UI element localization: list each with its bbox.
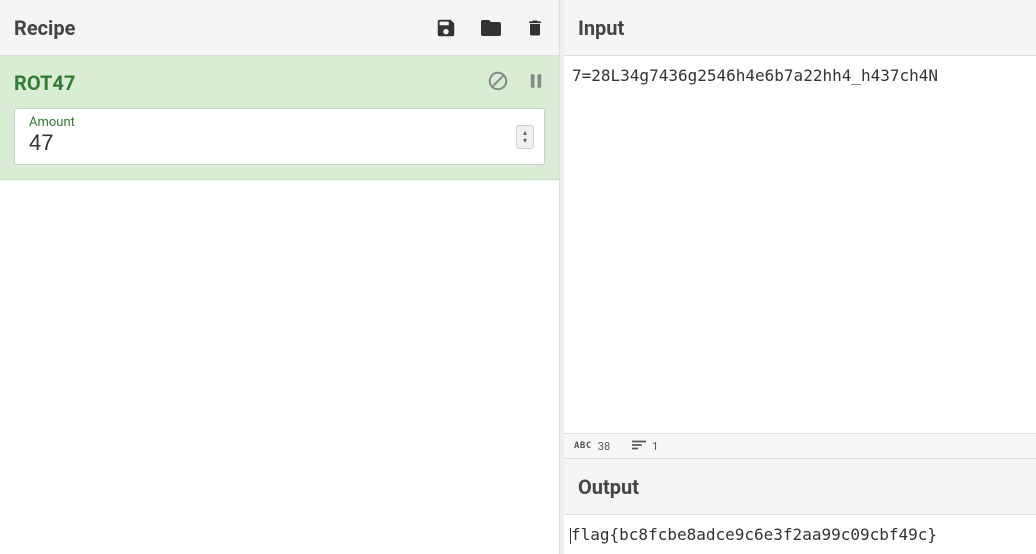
io-panel: Input 7=28L34g7436g2546h4e6b7a22hh4_h437… bbox=[560, 0, 1036, 554]
output-title: Output bbox=[578, 475, 639, 499]
input-header: Input bbox=[564, 0, 1036, 56]
save-icon[interactable] bbox=[435, 17, 457, 39]
status-bar: ABC 38 1 bbox=[564, 433, 1036, 459]
operation-controls bbox=[487, 70, 545, 96]
char-count: ABC 38 bbox=[574, 440, 610, 453]
chevron-down-icon[interactable]: ▾ bbox=[523, 137, 527, 145]
input-title: Input bbox=[578, 16, 624, 40]
input-textarea[interactable]: 7=28L34g7436g2546h4e6b7a22hh4_h437ch4N bbox=[564, 56, 1036, 433]
operation-header: ROT47 bbox=[14, 70, 545, 96]
amount-input[interactable] bbox=[29, 130, 504, 156]
output-header: Output bbox=[564, 459, 1036, 515]
abc-icon: ABC bbox=[574, 441, 592, 451]
recipe-header: Recipe bbox=[0, 0, 559, 56]
line-count: 1 bbox=[632, 439, 658, 454]
recipe-body[interactable]: ROT47 Amount ▴ ▾ bbox=[0, 56, 559, 554]
output-text-area[interactable]: flag{bc8fcbe8adce9c6e3f2aa99c09cbf49c} bbox=[564, 515, 1036, 554]
amount-stepper[interactable]: ▴ ▾ bbox=[516, 125, 534, 149]
disable-icon[interactable] bbox=[487, 70, 509, 96]
char-count-value: 38 bbox=[598, 440, 610, 453]
trash-icon[interactable] bbox=[525, 17, 545, 39]
operation-name: ROT47 bbox=[14, 71, 75, 95]
operation-rot47[interactable]: ROT47 Amount ▴ ▾ bbox=[0, 56, 559, 180]
recipe-title: Recipe bbox=[14, 16, 75, 40]
line-count-value: 1 bbox=[652, 440, 658, 453]
folder-icon[interactable] bbox=[479, 16, 503, 40]
output-section: Output flag{bc8fcbe8adce9c6e3f2aa99c09cb… bbox=[564, 459, 1036, 554]
input-section: Input 7=28L34g7436g2546h4e6b7a22hh4_h437… bbox=[564, 0, 1036, 459]
recipe-toolbar bbox=[435, 16, 545, 40]
recipe-panel: Recipe ROT47 bbox=[0, 0, 560, 554]
output-text: flag{bc8fcbe8adce9c6e3f2aa99c09cbf49c} bbox=[571, 525, 937, 544]
amount-field[interactable]: Amount ▴ ▾ bbox=[14, 108, 545, 165]
amount-label: Amount bbox=[29, 115, 534, 130]
pause-icon[interactable] bbox=[527, 71, 545, 95]
input-text: 7=28L34g7436g2546h4e6b7a22hh4_h437ch4N bbox=[572, 66, 938, 85]
lines-icon bbox=[632, 439, 646, 454]
